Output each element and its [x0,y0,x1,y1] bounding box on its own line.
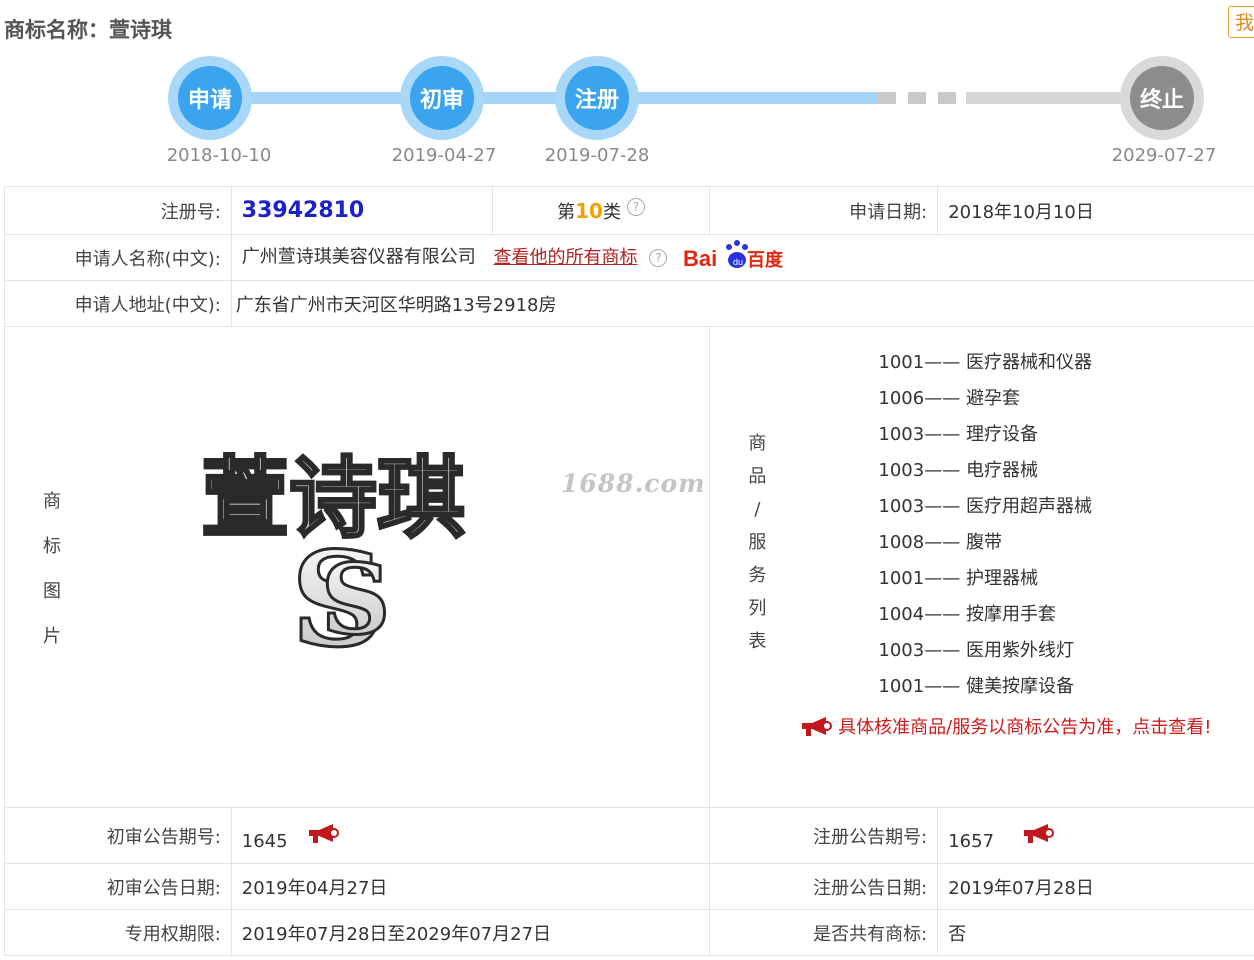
timeline-node-prelim: 初审 [400,56,484,140]
megaphone-icon[interactable] [1022,822,1054,849]
applicant-value: 广州萱诗琪美容仪器有限公司 [241,246,476,268]
shared-trademark-value: 否 [937,909,1254,956]
prelim-pub-no-cell: 1645 [230,807,711,864]
list-item: 1001—— 医疗器械和仪器 [878,352,1092,373]
timeline-date: 2019-04-27 [391,145,497,166]
reg-pub-date-label: 注册公告日期: [709,863,939,910]
class-prefix: 第 [557,201,576,223]
class-cell: 第10类? [491,186,711,235]
list-item: 1006—— 避孕套 [878,388,1020,409]
table-row: 初审公告日期: 2019年04月27日 注册公告日期: 2019年07月28日 [4,863,1254,910]
address-label: 申请人地址(中文): [4,280,232,327]
megaphone-icon[interactable] [307,822,340,849]
apply-date-value: 2018年10月10日 [937,186,1254,235]
timeline-node-label: 申请 [178,66,242,130]
apply-date-label: 申请日期: [709,186,939,235]
baidu-search-icon[interactable]: Bai du 百度 [683,238,784,277]
list-item: 1003—— 电疗器械 [878,460,1038,481]
prelim-pub-no-value: 1645 [241,830,288,852]
timeline-node-apply: 申请 [168,56,252,140]
view-all-trademarks-link[interactable]: 查看他的所有商标 [494,247,638,268]
timeline-node-terminate: 终止 [1120,56,1204,140]
table-row: 申请人名称(中文): 广州萱诗琪美容仪器有限公司 查看他的所有商标 ? Bai … [4,234,1254,281]
svg-text:百度: 百度 [747,249,783,270]
page-title: 商标名称：萱诗琪 [4,18,172,42]
timeline-node-label: 终止 [1130,66,1194,130]
megaphone-icon [800,715,833,742]
help-icon[interactable]: ? [626,197,645,216]
list-item: 1001—— 健美按摩设备 [878,676,1074,697]
goods-services-cell: 商 品 / 服 务 列 表 1001—— 医疗器械和仪器 1006—— 避孕套 … [709,326,1254,808]
list-item: 1003—— 医用紫外线灯 [878,640,1074,661]
svg-text:du: du [733,257,743,267]
timeline-date: 2019-07-28 [544,145,650,166]
list-item: 1003—— 医疗用超声器械 [878,496,1092,517]
reg-no-label: 注册号: [4,186,232,235]
reg-no-value: 33942810 [241,198,365,223]
goods-list: 1001—— 医疗器械和仪器 1006—— 避孕套 1003—— 理疗设备 10… [710,345,1254,705]
timeline-node-register: 注册 [555,56,639,140]
image-section-label: 商 标 图 片 [43,491,61,647]
table-row: 商 标 图 片 萱诗琪 S S 1688.com 商 品 / 服 务 列 表 1… [3,326,1254,808]
prelim-pub-date-label: 初审公告日期: [4,863,232,910]
list-item: 1003—— 理疗设备 [878,424,1038,445]
reg-pub-no-cell: 1657 [937,807,1254,864]
exclusive-period-label: 专用权期限: [4,909,232,956]
class-number: 10 [575,198,603,223]
shared-trademark-label: 是否共有商标: [709,909,939,956]
svg-text:Bai: Bai [683,246,717,271]
timeline-node-label: 初审 [410,66,474,130]
list-item: 1004—— 按摩用手套 [878,604,1056,625]
prelim-pub-date-value: 2019年04月27日 [230,863,711,910]
timeline-dashed-segment [878,92,974,104]
timeline-node-label: 注册 [565,66,629,130]
reg-pub-date-value: 2019年07月28日 [937,863,1254,910]
trademark-image-cell: 商 标 图 片 萱诗琪 S S 1688.com [3,326,711,808]
watermark: 1688.com [561,469,706,498]
exclusive-period-value: 2019年07月28日至2029年07月27日 [230,909,711,956]
table-row: 初审公告期号: 1645 注册公告期号: 1657 [4,807,1254,864]
svg-text:S: S [321,543,390,656]
applicant-cell: 广州萱诗琪美容仪器有限公司 查看他的所有商标 ? Bai du 百度 [230,234,1254,281]
table-row: 注册号: 33942810 第10类? 申请日期: 2018年10月10日 [4,186,1254,235]
trademark-info-table: 注册号: 33942810 第10类? 申请日期: 2018年10月10日 申请… [3,186,1254,956]
list-item: 1001—— 护理器械 [878,568,1038,589]
corner-button[interactable]: 我 [1228,6,1254,38]
timeline-date: 2018-10-10 [166,145,272,166]
list-item: 1008—— 腹带 [878,532,1002,553]
trademark-logo-image: 萱诗琪 S S [195,437,535,678]
help-icon[interactable]: ? [649,248,668,267]
goods-section-label: 商 品 / 服 务 列 表 [748,433,767,652]
table-row: 专用权期限: 2019年07月28日至2029年07月27日 是否共有商标: 否 [4,909,1254,956]
prelim-pub-no-label: 初审公告期号: [4,807,232,864]
applicant-label: 申请人名称(中文): [4,234,232,281]
class-suffix: 类 [602,201,621,223]
address-value: 广东省广州市天河区华明路13号2918房 [230,280,1254,327]
reg-pub-no-label: 注册公告期号: [709,807,939,864]
table-row: 申请人地址(中文): 广东省广州市天河区华明路13号2918房 [4,280,1254,327]
timeline-date: 2029-07-27 [1111,145,1217,166]
reg-pub-no-value: 1657 [948,830,995,852]
goods-notice-link[interactable]: 具体核准商品/服务以商标公告为准，点击查看! [710,713,1254,742]
timeline-progress-bar [210,92,878,104]
